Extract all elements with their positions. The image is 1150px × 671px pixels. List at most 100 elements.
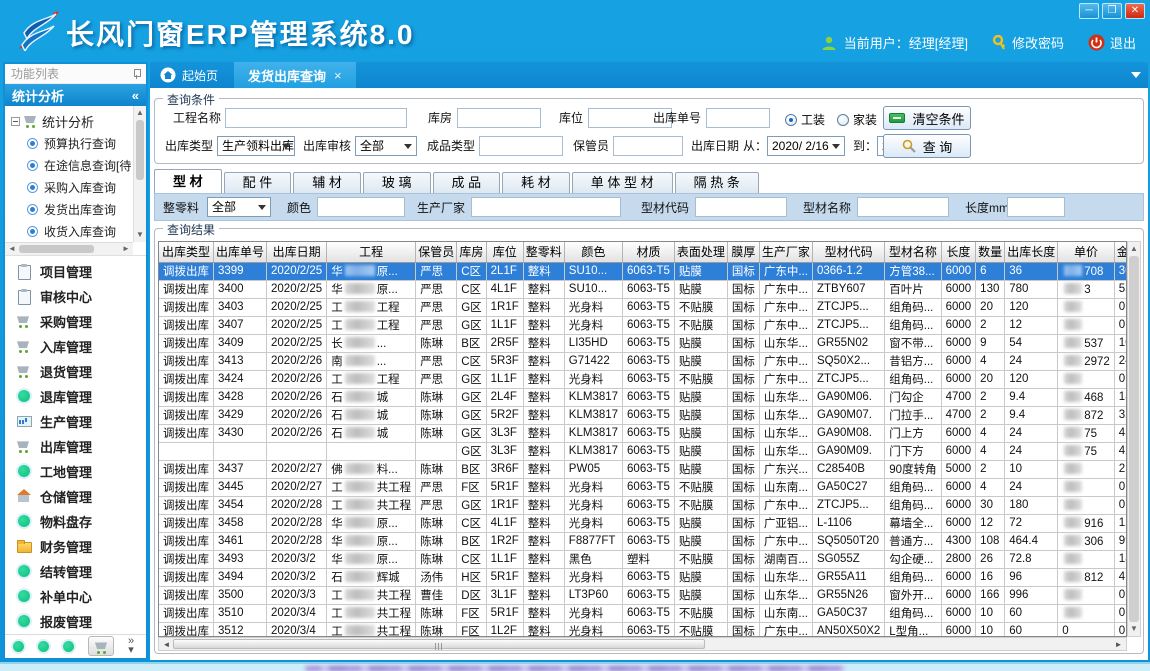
module-item[interactable]: 项目管理 (5, 259, 146, 284)
column-header[interactable]: 材质 (623, 242, 675, 262)
column-header[interactable]: 表面处理 (674, 242, 727, 262)
change-password-button[interactable]: 修改密码 (992, 33, 1064, 52)
table-row[interactable]: 调拨出库34582020/2/28华原...陈琳C区4L1F整料光身料6063-… (159, 514, 1127, 532)
module-item[interactable]: 审核中心 (5, 284, 146, 309)
whole-part-select[interactable]: 全部 (207, 197, 271, 217)
table-row[interactable]: 调拨出库34372020/2/27佛料...陈琳B区3R6F整料PW056063… (159, 460, 1127, 478)
module-item[interactable]: 生产管理 (5, 409, 146, 434)
tree-root-node[interactable]: 统计分析 (11, 110, 132, 132)
material-tab[interactable]: 耗 材 (502, 172, 570, 193)
maker-input[interactable] (471, 197, 621, 217)
column-header[interactable]: 出库长度 (1005, 242, 1058, 262)
warehouse-input[interactable] (457, 108, 541, 128)
sidebar-section-header[interactable]: 统计分析 « (5, 84, 146, 106)
material-tab[interactable]: 玻 璃 (363, 172, 431, 193)
audit-select[interactable]: 全部 (355, 136, 417, 156)
table-row[interactable]: 调拨出库34542020/2/28工共工程严思G区1R1F整料光身料6063-T… (159, 496, 1127, 514)
table-row[interactable]: 调拨出库35002020/3/3工共工程曹佳D区3L1F整料LT3P606063… (159, 586, 1127, 604)
column-header[interactable]: 生产厂家 (759, 242, 812, 262)
scroll-up-icon[interactable]: ▲ (134, 107, 146, 119)
tree-item[interactable]: 发货出库查询 (11, 198, 132, 220)
more-modules-button[interactable]: »▾ (128, 637, 134, 655)
out-type-select[interactable]: 生产领料出库 (217, 136, 295, 156)
tree-item[interactable]: 采购入库查询 (11, 176, 132, 198)
table-row[interactable]: 调拨出库34282020/2/26石城陈琳G区2L4F整料KLM38176063… (159, 388, 1127, 406)
table-row[interactable]: 调拨出库34452020/2/27工共工程严思F区5R1F整料光身料6063-T… (159, 478, 1127, 496)
column-header[interactable]: 单价 (1058, 242, 1115, 262)
logout-button[interactable]: 退出 (1088, 33, 1136, 52)
product-type-input[interactable] (479, 136, 563, 156)
module-item[interactable]: 报废管理 (5, 609, 146, 634)
table-row[interactable]: 调拨出库34942020/3/2石辉城汤伟H区5R1F整料光身料6063-T5贴… (159, 568, 1127, 586)
column-header[interactable]: 出库日期 (267, 242, 327, 262)
table-row[interactable]: 调拨出库34302020/2/26石城陈琳G区3L3F整料KLM38176063… (159, 424, 1127, 442)
scroll-right-icon[interactable]: ► (120, 243, 132, 255)
minimize-button[interactable]: ─ (1079, 3, 1099, 19)
column-header[interactable]: 库房 (457, 242, 486, 262)
order-no-input[interactable] (706, 108, 770, 128)
pin-icon[interactable] (133, 69, 140, 79)
column-header[interactable]: 金额 (1114, 242, 1127, 262)
material-tab[interactable]: 单 体 型 材 (572, 172, 673, 193)
table-row[interactable]: 调拨出库34242020/2/26工工程严思G区1L1F整料光身料6063-T5… (159, 370, 1127, 388)
table-horizontal-scrollbar[interactable]: ◄ ► (158, 637, 1127, 651)
profile-code-input[interactable] (695, 197, 787, 217)
table-row[interactable]: 调拨出库34092020/2/25长...陈琳B区2R5F整料LI35HD606… (159, 334, 1127, 352)
table-row[interactable]: 调拨出库34132020/2/26南...严思C区5R3F整料G71422606… (159, 352, 1127, 370)
module-dot-icon[interactable] (38, 641, 49, 652)
column-header[interactable]: 数量 (976, 242, 1005, 262)
module-dot-icon[interactable] (13, 641, 24, 652)
column-header[interactable]: 膜厚 (727, 242, 759, 262)
table-row[interactable]: 调拨出库34072020/2/25工工程严思G区1L1F整料光身料6063-T5… (159, 316, 1127, 334)
table-row[interactable]: 调拨出库34612020/2/28华原...陈琳B区1R2F整料F8877FT6… (159, 532, 1127, 550)
profile-name-input[interactable] (857, 197, 949, 217)
column-header[interactable]: 型材名称 (885, 242, 941, 262)
scroll-down-icon[interactable]: ▼ (1128, 623, 1140, 635)
tree-horizontal-scrollbar[interactable]: ◄ ► (5, 242, 133, 255)
table-row[interactable]: 调拨出库34292020/2/26石城陈琳G区5R2F整料KLM38176063… (159, 406, 1127, 424)
column-header[interactable]: 出库类型 (159, 242, 214, 262)
scroll-right-icon[interactable]: ► (1112, 638, 1125, 651)
column-header[interactable]: 长度 (941, 242, 976, 262)
material-tab[interactable]: 隔 热 条 (675, 172, 759, 193)
color-input[interactable] (317, 197, 405, 217)
scroll-left-icon[interactable]: ◄ (6, 243, 18, 255)
column-header[interactable]: 保管员 (416, 242, 457, 262)
length-input[interactable] (1007, 197, 1065, 217)
table-row[interactable]: 调拨出库35122020/3/4工共工程陈琳F区1L2F整料光身料6063-T5… (159, 622, 1127, 637)
tree-item[interactable]: 在途信息查询[待 (11, 154, 132, 176)
column-header[interactable]: 型材代码 (812, 242, 884, 262)
project-name-input[interactable] (225, 108, 407, 128)
tab-home[interactable]: 起始页 (150, 62, 234, 88)
module-cart-button[interactable] (88, 636, 114, 656)
module-item[interactable]: 退货管理 (5, 359, 146, 384)
module-item[interactable]: 物料盘存 (5, 509, 146, 534)
table-vertical-scrollbar[interactable]: ▲ ▼ (1127, 241, 1141, 637)
collapse-node-icon[interactable] (11, 117, 20, 126)
tab-close-icon[interactable]: × (334, 68, 342, 83)
tree-item[interactable]: 预算执行查询 (11, 132, 132, 154)
maximize-button[interactable]: ❐ (1102, 3, 1122, 19)
material-tab[interactable]: 辅 材 (293, 172, 361, 193)
table-row[interactable]: 调拨出库34932020/3/2华原...陈琳C区1L1F整料黑色塑料不贴膜国标… (159, 550, 1127, 568)
radio-gongzhuang[interactable]: 工装 (785, 111, 825, 128)
table-row[interactable]: 调拨出库35102020/3/4工共工程陈琳F区5R1F整料光身料6063-T5… (159, 604, 1127, 622)
module-item[interactable]: 仓储管理 (5, 484, 146, 509)
module-item[interactable]: 财务管理 (5, 534, 146, 559)
module-item[interactable]: 采购管理 (5, 309, 146, 334)
module-item[interactable]: 补单中心 (5, 584, 146, 609)
tree-item[interactable]: 收货入库查询 (11, 220, 132, 242)
material-tab[interactable]: 成 品 (433, 172, 501, 193)
module-item[interactable]: 结转管理 (5, 559, 146, 584)
scroll-up-icon[interactable]: ▲ (1128, 243, 1140, 255)
scroll-left-icon[interactable]: ◄ (160, 638, 173, 651)
material-tab[interactable]: 型 材 (154, 169, 222, 193)
table-row[interactable]: G区3L3F整料KLM38176063-T5贴膜国标山东华...GA90M09.… (159, 442, 1127, 460)
scroll-down-icon[interactable]: ▼ (134, 229, 146, 241)
column-header[interactable]: 工程 (327, 242, 416, 262)
material-tab[interactable]: 配 件 (224, 172, 292, 193)
module-item[interactable]: 退库管理 (5, 384, 146, 409)
module-item[interactable]: 出库管理 (5, 434, 146, 459)
keeper-input[interactable] (613, 136, 683, 156)
column-header[interactable]: 库位 (486, 242, 523, 262)
